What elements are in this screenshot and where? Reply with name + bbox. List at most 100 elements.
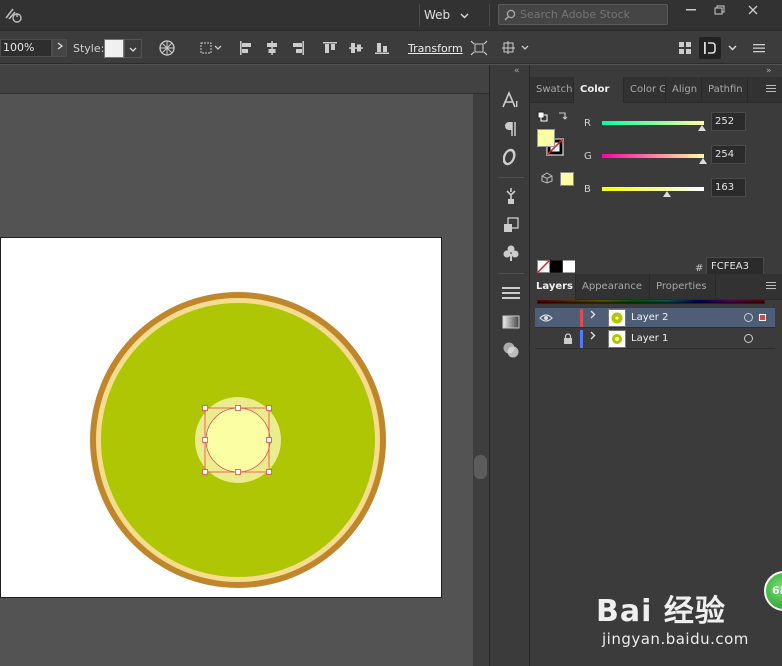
layer-color-bar [580,330,583,348]
color-panel-menu-icon[interactable] [766,85,776,95]
none-black-white-swatches[interactable] [537,260,577,273]
transform-link[interactable]: Transform [408,42,463,55]
align-bottom-icon[interactable] [372,39,392,57]
align-right-icon[interactable] [288,39,308,57]
style-label: Style: [73,42,105,55]
swap-fill-stroke-icon[interactable] [556,111,568,123]
layer-target-icon[interactable] [744,313,753,322]
layer-name[interactable]: Layer 1 [631,333,668,344]
control-bar: 100% Style: Transform [0,31,782,64]
layer-row-layer-2[interactable]: Layer 2 [535,308,775,328]
layer-name[interactable]: Layer 2 [631,312,668,323]
workspace-label: Web [424,8,451,22]
watermark-brand: Bai 经验 [596,594,726,629]
close-button[interactable] [738,2,768,18]
layer-thumbnail [608,330,626,348]
tab-swatches[interactable]: Swatch [530,77,574,103]
vertical-scrollbar[interactable] [473,94,489,666]
layer-target-icon[interactable] [744,334,753,343]
out-of-web-gamut-icon[interactable] [541,172,553,184]
green-channel-label: G [584,151,592,162]
restore-button[interactable] [704,2,734,18]
green-slider-thumb[interactable] [699,158,707,164]
tab-appearance[interactable]: Appearance [576,274,650,300]
align-horizontal-center-icon[interactable] [262,39,282,57]
chevron-down-icon [460,8,469,22]
align-top-icon[interactable] [320,39,340,57]
red-slider[interactable] [602,121,704,125]
workspace-switcher[interactable]: Web [424,6,469,24]
layer-row-layer-1[interactable]: Layer 1 [535,329,775,349]
watermark-url: jingyan.baidu.com [602,630,749,648]
symbols-panel-icon[interactable] [500,242,522,264]
blue-slider-thumb[interactable] [663,191,671,197]
green-slider[interactable] [602,154,704,158]
stroke-panel-icon[interactable] [500,282,522,304]
app-logo-icon[interactable] [3,5,25,25]
artwork[interactable] [1,238,443,599]
paragraph-panel-icon[interactable] [500,118,522,140]
tab-properties[interactable]: Properties [650,274,716,300]
expand-arrows-icon[interactable]: » [766,65,772,77]
web-safe-color-swatch[interactable] [560,172,574,186]
red-slider-thumb[interactable] [698,125,706,131]
search-icon [504,9,516,20]
collapsed-panel-icons: « [489,65,530,666]
chevron-down-icon[interactable] [722,39,742,57]
layer-color-bar [580,309,583,327]
minimize-button[interactable] [676,2,706,18]
layers-panel-menu-icon[interactable] [766,282,776,292]
hex-label: # [695,263,704,274]
red-value-field[interactable]: 252 [711,112,746,131]
layer-thumbnail [608,309,626,327]
title-separator [489,4,490,26]
scroll-thumb[interactable] [474,455,487,479]
document-tab-strip [0,65,489,94]
blue-value-field[interactable]: 163 [711,178,746,197]
layer-selection-indicator[interactable] [759,314,766,321]
tab-pathfinder[interactable]: Pathfin [702,77,748,103]
green-value-field[interactable]: 254 [711,145,746,164]
control-bar-menu-icon[interactable] [749,39,769,57]
expand-layer-icon[interactable] [590,331,596,343]
tab-layers[interactable]: Layers [530,274,576,300]
panel-options-button[interactable] [699,37,721,59]
fill-swatch[interactable] [537,129,555,147]
collapse-arrows-icon[interactable]: « [514,65,520,77]
panel-dock: » Swatch Color Color G Align Pathfin R 2… [530,65,782,666]
opacity-field[interactable]: 100% [0,39,52,57]
tab-color-guide[interactable]: Color G [624,77,666,103]
expand-layer-icon[interactable] [590,310,596,322]
search-input[interactable] [520,8,660,21]
title-separator [419,4,420,26]
isolate-selection-icon[interactable] [469,39,489,57]
style-dropdown-button[interactable] [124,39,142,58]
artboard[interactable] [0,237,442,598]
blue-slider[interactable] [602,187,704,191]
tab-align[interactable]: Align [666,77,702,103]
character-panel-icon[interactable] [500,89,522,111]
title-bar: Web [0,0,782,31]
arrange-documents-icon[interactable] [675,39,695,57]
gradient-panel-icon[interactable] [500,311,522,333]
transparency-panel-icon[interactable] [500,339,522,361]
stock-search[interactable] [498,4,668,25]
color-panel-tabs: Swatch Color Color G Align Pathfin [530,77,782,103]
opentype-panel-icon[interactable] [500,146,522,168]
tool-separator [498,273,524,274]
blue-channel-label: B [584,184,591,195]
eye-icon[interactable] [539,312,553,324]
tab-color[interactable]: Color [574,77,624,103]
align-to-dropdown-icon[interactable] [198,39,224,57]
align-vertical-center-icon[interactable] [346,39,366,57]
recolor-artwork-icon[interactable] [157,39,177,57]
align-left-icon[interactable] [236,39,256,57]
opacity-dropdown-button[interactable] [52,39,67,57]
graphic-style-swatch[interactable] [104,39,124,58]
symbols-transform-icon[interactable] [500,214,522,236]
brushes-panel-icon[interactable] [500,185,522,207]
red-channel-label: R [584,118,591,129]
default-fill-stroke-icon[interactable] [537,111,549,123]
lock-icon[interactable] [563,333,573,345]
make-envelope-dropdown-icon[interactable] [500,39,530,57]
